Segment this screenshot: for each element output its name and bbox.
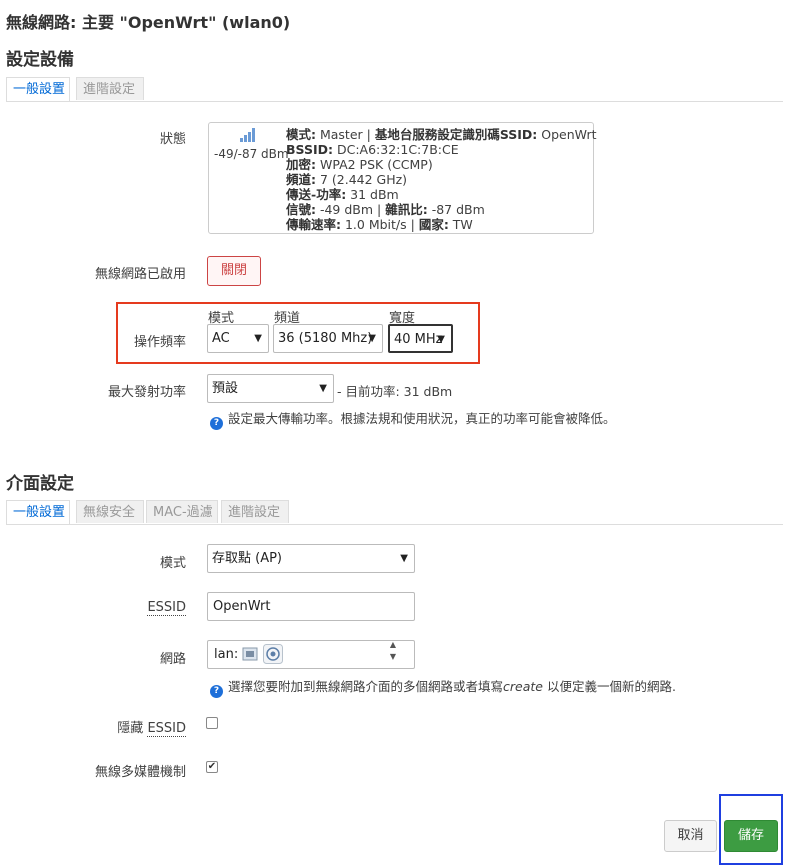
interface-section-title: 介面設定 — [6, 474, 74, 494]
network-select[interactable]: lan: ▲▼ ▼ — [207, 640, 415, 669]
essid-input[interactable]: OpenWrt — [207, 592, 415, 621]
channel-width-select[interactable]: 40 MHz ▼ — [388, 324, 453, 353]
status-line: 傳送-功率: 31 dBm — [286, 187, 399, 202]
channel-select[interactable]: 36 (5180 Mhz) ▼ — [273, 324, 383, 353]
chevron-down-icon: ▼ — [254, 333, 262, 344]
status-line: 傳輸速率: 1.0 Mbit/s | 國家: TW — [286, 217, 473, 232]
wmm-checkbox[interactable]: ✔ — [206, 761, 218, 773]
status-line: 模式: Master | 基地台服務設定識別碼SSID: OpenWrt — [286, 127, 597, 142]
info-icon: ? — [210, 417, 223, 430]
interface-tabs: 一般設置 無線安全 MAC-過濾 進階設定 — [6, 500, 783, 525]
device-tabs: 一般設置 進階設定 — [6, 77, 783, 102]
wireless-enabled-label: 無線網路已啟用 — [94, 267, 186, 282]
chevron-down-icon: ▼ — [400, 553, 408, 564]
save-highlight — [719, 794, 783, 865]
tab-mac-filter[interactable]: MAC-過濾 — [146, 500, 218, 523]
status-line: 頻道: 7 (2.442 GHz) — [286, 172, 408, 187]
tx-power-label: 最大發射功率 — [107, 385, 186, 400]
spinner-icon[interactable]: ▲ ▼ — [390, 639, 396, 663]
mode-select[interactable]: 存取點 (AP) ▼ — [207, 544, 415, 573]
status-line: 加密: WPA2 PSK (CCMP) — [286, 157, 433, 172]
signal-text: -49/-87 dBm — [214, 147, 289, 161]
cancel-button[interactable]: 取消 — [664, 820, 717, 852]
disable-wireless-button[interactable]: 關閉 — [207, 256, 261, 286]
chevron-down-icon: ▼ — [319, 383, 327, 394]
network-label: 網路 — [159, 652, 186, 667]
tab-general[interactable]: 一般設置 — [6, 77, 70, 101]
check-icon: ✔ — [207, 761, 217, 772]
status-label: 狀態 — [159, 132, 186, 147]
status-box: -49/-87 dBm 模式: Master | 基地台服務設定識別碼SSID:… — [208, 122, 597, 234]
status-line: BSSID: DC:A6:32:1C:7B:CE — [286, 142, 459, 157]
chevron-down-icon: ▼ — [437, 334, 445, 345]
wifi-interface-icon — [263, 644, 283, 664]
device-section-title: 設定設備 — [6, 50, 74, 70]
info-icon: ? — [210, 685, 223, 698]
mode-label: 模式 — [159, 556, 186, 571]
wmm-label: 無線多媒體機制 — [94, 765, 186, 780]
status-line: 信號: -49 dBm | 雜訊比: -87 dBm — [286, 202, 485, 217]
tx-power-select[interactable]: 預設 ▼ — [207, 374, 334, 403]
op-freq-label: 操作頻率 — [133, 335, 186, 350]
signal-bars-icon — [240, 128, 255, 142]
hide-essid-checkbox[interactable] — [206, 717, 218, 729]
ethernet-interface-icon — [242, 647, 258, 661]
essid-label: ESSID — [147, 600, 186, 616]
band-mode-select[interactable]: AC ▼ — [207, 324, 269, 353]
hide-essid-label: 隱藏 ESSID — [117, 721, 186, 737]
tab-advanced[interactable]: 進階設定 — [76, 77, 144, 100]
tab-wireless-security[interactable]: 無線安全 — [76, 500, 144, 523]
status-details: 模式: Master | 基地台服務設定識別碼SSID: OpenWrt BSS… — [286, 127, 597, 232]
current-power-text: - 目前功率: 31 dBm — [337, 384, 453, 399]
tx-power-hint: ? 設定最大傳輸功率。根據法規和使用狀況，真正的功率可能會被降低。 — [210, 408, 616, 430]
page-title: 無線網路: 主要 "OpenWrt" (wlan0) — [6, 13, 291, 32]
network-hint: ? 選擇您要附加到無線網路介面的多個網路或者填寫create 以便定義一個新的網路… — [210, 676, 676, 698]
tab-advanced[interactable]: 進階設定 — [221, 500, 289, 523]
chevron-down-icon: ▼ — [368, 333, 376, 344]
tab-general[interactable]: 一般設置 — [6, 500, 70, 524]
